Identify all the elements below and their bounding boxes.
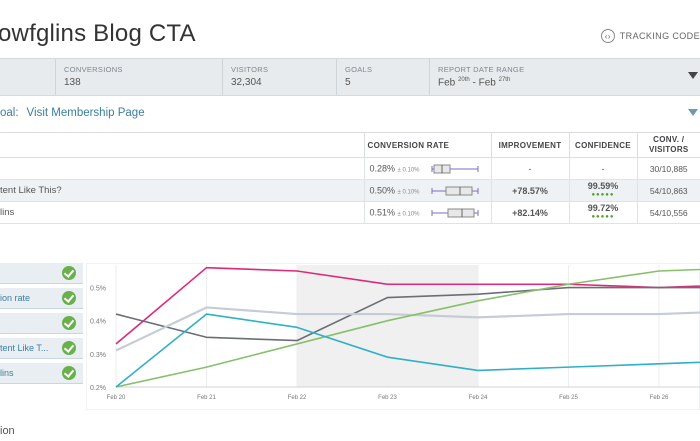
check-icon[interactable] — [62, 291, 76, 305]
variations-table: CONVERSION RATE IMPROVEMENT CONFIDENCE C… — [0, 132, 700, 224]
conversion-rate-chart: 0.2% 0.3% 0.4% 0.5% Feb 20 Feb 21 Feb 22 Feb 23… — [86, 263, 700, 410]
x-tick-label: Feb 25 — [559, 395, 578, 401]
y-tick-label: 0.2% — [90, 385, 106, 392]
goals-value: 5 — [345, 77, 351, 88]
conv-visitors-cell: 30/10,885 — [636, 157, 700, 180]
stats-bar: CONVERSIONS 138 VISITORS 32,304 GOALS 5 … — [0, 58, 700, 96]
goal-label: oal: Visit Membership Page — [0, 107, 145, 119]
legend-label: lins — [0, 368, 14, 378]
x-tick-label: Feb 20 — [107, 395, 126, 401]
stat-goals: GOALS 5 — [336, 59, 429, 95]
x-tick-label: Feb 22 — [288, 395, 307, 401]
stat-visitors: VISITORS 32,304 — [222, 59, 336, 95]
header-confidence: CONFIDENCE — [568, 132, 638, 158]
rate-value: 0.28% — [369, 162, 396, 173]
goal-selector[interactable]: oal: Visit Membership Page — [0, 96, 700, 132]
check-icon[interactable] — [62, 316, 76, 330]
variation-name[interactable] — [0, 157, 365, 180]
header-conversion-rate: CONVERSION RATE — [363, 132, 492, 158]
y-tick-label: 0.3% — [90, 352, 106, 359]
check-icon[interactable] — [62, 366, 76, 380]
header-improvement: IMPROVEMENT — [490, 132, 570, 158]
goal-dropdown-icon[interactable] — [688, 109, 698, 116]
variation-name[interactable]: lins — [0, 201, 365, 224]
date-separator: - Feb — [469, 77, 499, 89]
y-tick-label: 0.5% — [90, 286, 106, 293]
header-variation — [0, 132, 365, 158]
chart-legend: ion rate tent Like T... lins — [0, 263, 83, 388]
date-range-value: Feb 20th - Feb 27th — [438, 77, 700, 88]
boxplot-icon — [431, 186, 479, 195]
conv-visitors-cell: 54/10,556 — [636, 201, 700, 224]
improvement-cell: +82.14% — [490, 201, 570, 224]
confidence-value: 99.72% — [587, 202, 619, 213]
confidence-dots: ●●●●● — [591, 191, 615, 198]
date-from-sup: 20th — [458, 77, 470, 83]
date-to-sup: 27th — [498, 77, 511, 83]
check-icon[interactable] — [62, 266, 76, 280]
x-tick-label: Feb 26 — [650, 395, 669, 401]
confidence-cell: 99.72% ●●●●● — [568, 201, 638, 224]
x-tick-label: Feb 21 — [197, 395, 216, 401]
rate-margin: ± 0.10% — [397, 166, 420, 173]
stat-date-range[interactable]: REPORT DATE RANGE Feb 20th - Feb 27th — [429, 59, 700, 95]
table-row[interactable]: tent Like This? 0.50% ± 0.10% +78.57% 99… — [0, 179, 700, 202]
table-header-row: CONVERSION RATE IMPROVEMENT CONFIDENCE C… — [0, 132, 700, 158]
conversion-rate-cell: 0.51% ± 0.10% — [363, 201, 492, 224]
visitors-label: VISITORS — [231, 65, 269, 74]
goal-value: Visit Membership Page — [26, 107, 145, 119]
conversions-value: 138 — [64, 77, 81, 88]
y-tick-label: 0.4% — [90, 319, 106, 326]
conversion-rate-cell: 0.28% ± 0.10% — [363, 157, 492, 180]
legend-label: tent Like T... — [0, 343, 49, 353]
conv-visitors-cell: 54/10,863 — [636, 179, 700, 202]
rate-margin: ± 0.10% — [397, 210, 420, 217]
tracking-code-button[interactable]: ‹› TRACKING CODE — [600, 29, 700, 43]
variation-name[interactable]: tent Like This? — [0, 179, 365, 202]
stat-conversions: CONVERSIONS 138 — [55, 59, 222, 95]
legend-item[interactable] — [0, 313, 83, 334]
page-header: owfglins Blog CTA ‹› TRACKING CODE — [0, 0, 700, 58]
boxplot-icon — [431, 208, 479, 217]
tracking-code-label: TRACKING CODE — [619, 31, 700, 41]
conversion-rate-cell: 0.50% ± 0.10% — [363, 179, 492, 202]
section-label: ion — [0, 425, 15, 437]
confidence-cell: 99.59% ●●●●● — [568, 179, 638, 202]
confidence-cell: - — [568, 157, 638, 180]
confidence-dots: ●●●●● — [591, 213, 615, 220]
date-from: Feb — [438, 77, 456, 89]
improvement-cell: +78.57% — [490, 179, 570, 202]
table-row[interactable]: 0.28% ± 0.10% - - 30/10,885 — [0, 157, 700, 180]
date-range-dropdown-icon[interactable] — [688, 72, 698, 79]
conversions-label: CONVERSIONS — [64, 65, 123, 74]
visitors-value: 32,304 — [231, 77, 262, 88]
confidence-value: 99.59% — [587, 180, 619, 191]
goal-prefix: oal: — [0, 107, 19, 119]
legend-item[interactable]: lins — [0, 363, 83, 384]
table-row[interactable]: lins 0.51% ± 0.10% +82.14% 99.72% ●●●●● … — [0, 201, 700, 224]
legend-item[interactable]: tent Like T... — [0, 338, 83, 359]
boxplot-icon — [431, 164, 479, 173]
rate-value: 0.50% — [369, 184, 396, 195]
code-icon: ‹› — [600, 29, 615, 43]
legend-item[interactable]: ion rate — [0, 288, 83, 309]
rate-value: 0.51% — [369, 206, 396, 217]
page-title: owfglins Blog CTA — [0, 20, 196, 47]
date-range-label: REPORT DATE RANGE — [438, 65, 525, 74]
rate-margin: ± 0.10% — [397, 188, 420, 195]
check-icon[interactable] — [62, 341, 76, 355]
improvement-cell: - — [490, 157, 570, 180]
x-tick-label: Feb 24 — [469, 395, 488, 401]
x-tick-label: Feb 23 — [378, 395, 397, 401]
goals-label: GOALS — [345, 65, 373, 74]
legend-item[interactable] — [0, 263, 83, 284]
legend-label: ion rate — [0, 293, 31, 303]
header-conv-visitors: CONV. / VISITORS — [636, 132, 700, 158]
